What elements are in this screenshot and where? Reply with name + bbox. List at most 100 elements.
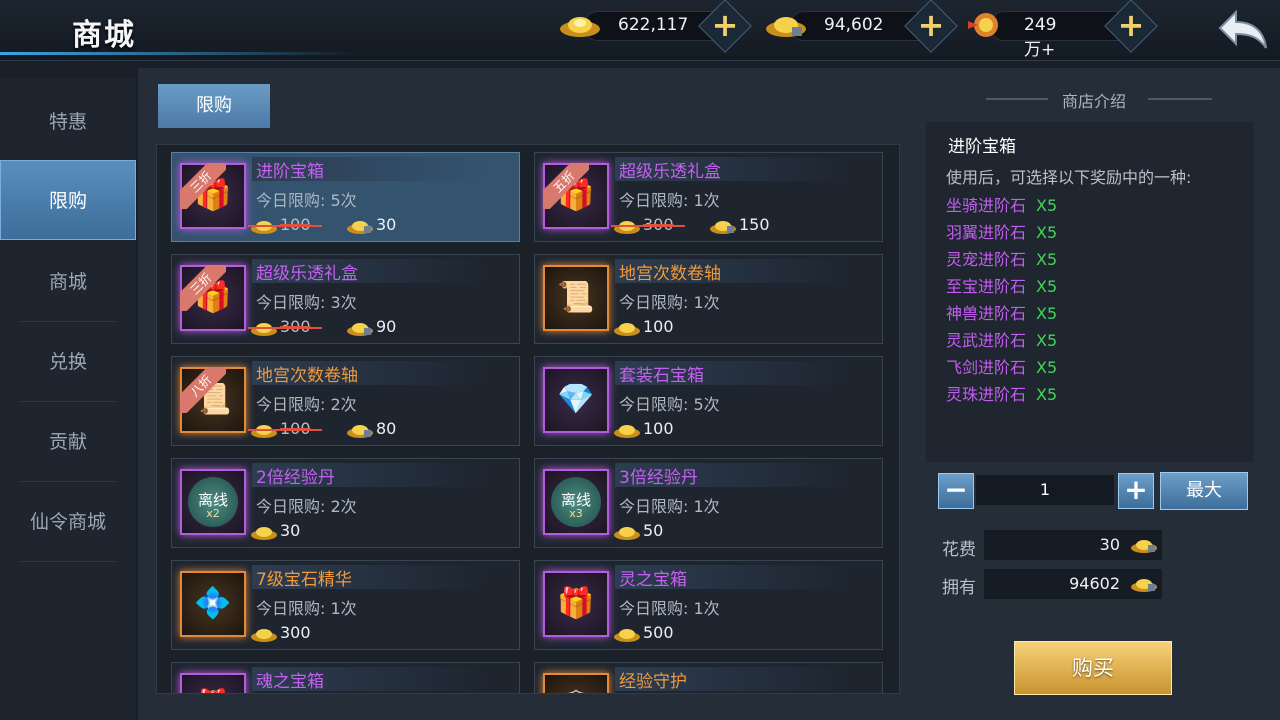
max-quantity-button[interactable]: 最大 [1160, 472, 1248, 510]
add-token-button[interactable]: + [1104, 0, 1158, 53]
reward-qty: X5 [1036, 358, 1058, 377]
sidebar-item-label: 兑换 [48, 351, 87, 373]
cost-value: 30 [1099, 535, 1120, 554]
purchase-limit: 今日限购: 5次 [619, 395, 720, 414]
item-name: 灵之宝箱 [615, 565, 849, 590]
item-name: 超级乐透礼盒 [615, 157, 849, 182]
detail-description: 使用后，可选择以下奖励中的一种: [946, 168, 1192, 187]
sidebar-item-label: 仙令商城 [29, 511, 106, 533]
reward-name: 灵珠进阶石 [946, 385, 1027, 404]
gold-ingot-icon [251, 629, 277, 642]
sidebar-item-label: 限购 [48, 190, 87, 212]
sidebar-item-special[interactable]: 特惠 [0, 82, 136, 162]
bound-gold-ingot-icon [1131, 540, 1157, 553]
cost-value-field: 30 [984, 530, 1162, 560]
item-card[interactable]: 🛡 经验守护 [534, 662, 883, 693]
soul-chest-icon: 🎁 [182, 675, 244, 693]
discount-ribbon: 三折 [180, 163, 226, 209]
tab-limited[interactable]: 限购 [158, 84, 270, 128]
reward-name: 坐骑进阶石 [946, 196, 1027, 215]
owned-value-field: 94602 [984, 569, 1162, 599]
category-sidebar: 特惠 限购 商城 兑换 贡献 仙令商城 [0, 78, 136, 720]
detail-item-title: 进阶宝箱 [948, 137, 1016, 157]
cost-label: 花费 [942, 540, 976, 560]
divider [20, 561, 116, 562]
discount-ribbon: 五折 [543, 163, 589, 209]
buy-button[interactable]: 购买 [1014, 641, 1172, 695]
item-card[interactable]: 🎁 灵之宝箱 今日限购: 1次 500 [534, 560, 883, 650]
reward-name: 神兽进阶石 [946, 304, 1027, 323]
item-name: 7级宝石精华 [252, 565, 486, 590]
reward-row: 灵珠进阶石 X5 [946, 381, 1057, 407]
sale-price-value: 80 [376, 419, 397, 438]
sale-price-value: 100 [643, 317, 674, 336]
gold-ingot-icon [560, 17, 600, 37]
crystal-icon: 💠 [194, 586, 232, 621]
plus-icon: + [1124, 473, 1148, 506]
sidebar-item-label: 特惠 [48, 111, 87, 133]
decrease-quantity-button[interactable]: − [938, 473, 974, 509]
back-arrow-icon[interactable] [1214, 6, 1272, 52]
item-name: 套装石宝箱 [615, 361, 849, 386]
offline-exp-icon: 离线 x3 [551, 477, 601, 527]
item-card[interactable]: 🎁 三折 进阶宝箱 今日限购: 5次 100 30 [171, 152, 520, 242]
reward-qty: X5 [1036, 304, 1058, 323]
item-card[interactable]: 📜 八折 地宫次数卷轴 今日限购: 2次 100 80 [171, 356, 520, 446]
offline-exp-icon: 离线 x2 [188, 477, 238, 527]
item-frame: 🎁 五折 [543, 163, 609, 229]
sidebar-item-contribution[interactable]: 贡献 [0, 402, 136, 482]
item-frame: 🎁 三折 [180, 163, 246, 229]
item-card[interactable]: 💠 7级宝石精华 今日限购: 1次 300 [171, 560, 520, 650]
reward-qty: X5 [1036, 223, 1058, 242]
gold-ingot-icon [614, 629, 640, 642]
sidebar-item-mall[interactable]: 商城 [0, 242, 136, 322]
item-card[interactable]: 离线 x2 2倍经验丹 今日限购: 2次 30 [171, 458, 520, 548]
shop-intro-header: 商店介绍 [1062, 92, 1127, 111]
reward-row: 神兽进阶石 X5 [946, 300, 1057, 326]
reward-qty: X5 [1036, 277, 1058, 296]
reward-name: 飞剑进阶石 [946, 358, 1027, 377]
gold-ingot-icon [251, 527, 277, 540]
item-frame: 离线 x2 [180, 469, 246, 535]
discount-ribbon: 三折 [180, 265, 226, 311]
plus-icon: + [1117, 6, 1145, 44]
sale-price-value: 150 [739, 215, 770, 234]
owned-value: 94602 [1069, 574, 1120, 593]
add-gold-button[interactable]: + [698, 0, 752, 53]
bound-gold-ingot-icon [347, 221, 373, 234]
exp-guard-icon: 🛡 [545, 675, 607, 693]
sale-price-value: 90 [376, 317, 397, 336]
item-frame: 📜 八折 [180, 367, 246, 433]
reward-qty: X5 [1036, 331, 1058, 350]
item-card[interactable]: 💎 套装石宝箱 今日限购: 5次 100 [534, 356, 883, 446]
reward-row: 灵武进阶石 X5 [946, 327, 1057, 353]
add-bound-gold-button[interactable]: + [904, 0, 958, 53]
sidebar-item-label: 商城 [48, 271, 87, 293]
quantity-input[interactable]: 1 [976, 475, 1114, 505]
item-card[interactable]: 📜 地宫次数卷轴 今日限购: 1次 100 [534, 254, 883, 344]
item-grid[interactable]: 🎁 三折 进阶宝箱 今日限购: 5次 100 30 🎁 五折 超级乐透礼盒 今日… [156, 144, 900, 694]
sidebar-item-label: 贡献 [48, 431, 87, 453]
sale-price-value: 500 [643, 623, 674, 642]
item-frame: 🎁 [543, 571, 609, 637]
strikethrough-line [248, 327, 322, 329]
sidebar-item-immortal-mall[interactable]: 仙令商城 [0, 482, 136, 562]
purchase-limit: 今日限购: 1次 [619, 293, 720, 312]
increase-quantity-button[interactable]: + [1118, 473, 1154, 509]
item-card[interactable]: 🎁 魂之宝箱 [171, 662, 520, 693]
reward-qty: X5 [1036, 250, 1058, 269]
item-card[interactable]: 🎁 三折 超级乐透礼盒 今日限购: 3次 300 90 [171, 254, 520, 344]
item-card[interactable]: 离线 x3 3倍经验丹 今日限购: 1次 50 [534, 458, 883, 548]
bound-gold-value: 94,602 [824, 15, 884, 35]
purchase-limit: 今日限购: 1次 [619, 191, 720, 210]
sidebar-item-exchange[interactable]: 兑换 [0, 322, 136, 402]
multiplier-label: x2 [206, 507, 220, 520]
item-card[interactable]: 🎁 五折 超级乐透礼盒 今日限购: 1次 300 150 [534, 152, 883, 242]
reward-row: 坐骑进阶石 X5 [946, 192, 1057, 218]
gold-ingot-icon [614, 425, 640, 438]
bound-gold-ingot-icon [766, 17, 806, 37]
sale-price-value: 30 [280, 521, 301, 540]
sidebar-item-limited[interactable]: 限购 [0, 160, 136, 240]
divider [1148, 98, 1212, 100]
reward-name: 至宝进阶石 [946, 277, 1027, 296]
